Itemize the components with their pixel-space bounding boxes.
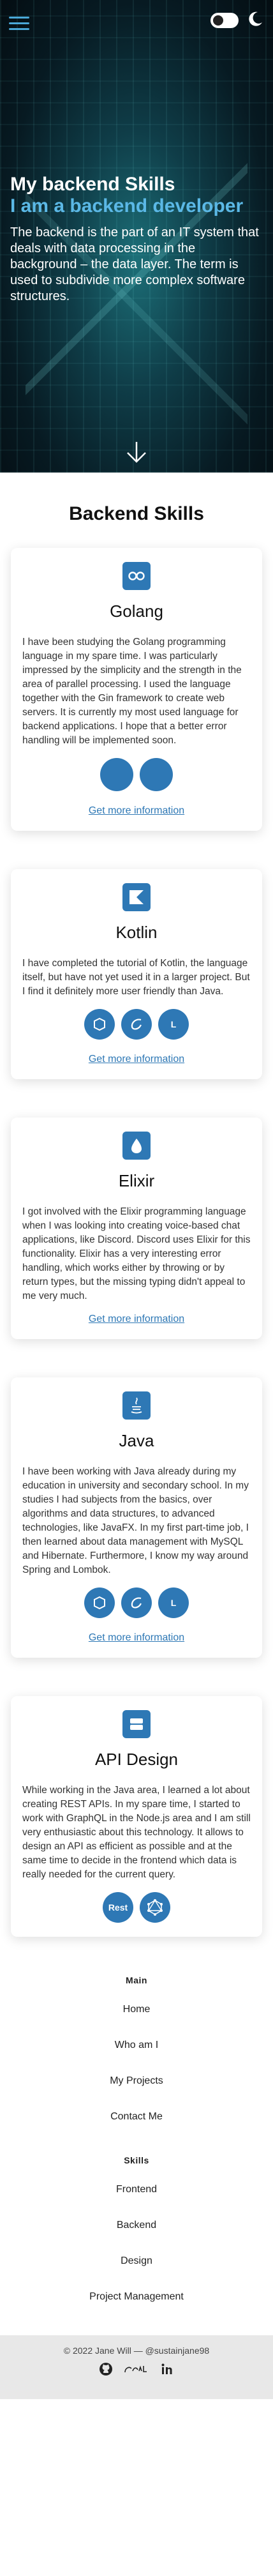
rest-badge: Rest: [103, 1892, 133, 1923]
badges: [22, 758, 251, 791]
nav-link-project-management[interactable]: Project Management: [0, 2284, 273, 2320]
linkedin-icon[interactable]: [159, 2361, 175, 2377]
card-title: Golang: [110, 602, 163, 621]
skills-section: Backend Skills Golang I have been studyi…: [0, 503, 273, 1937]
elixir-icon: [122, 1132, 151, 1160]
card-text: I have been studying the Golang programm…: [22, 637, 242, 746]
section-title: Backend Skills: [69, 503, 204, 524]
top-bar: [0, 0, 273, 45]
card-text: I have completed the tutorial of Kotlin,…: [22, 958, 250, 997]
gin-icon: [100, 758, 133, 791]
hero-section: My backend Skills I am a backend develop…: [0, 0, 273, 473]
gitlab-icon[interactable]: [122, 2361, 151, 2377]
skill-card-kotlin: Kotlin I have completed the tutorial of …: [11, 869, 262, 1079]
moon-icon[interactable]: [246, 10, 264, 28]
skill-card-java: Java I have been working with Java alrea…: [11, 1377, 262, 1658]
badges: L: [22, 1009, 251, 1040]
get-more-information-link[interactable]: Get more information: [89, 1314, 184, 1324]
github-icon[interactable]: [98, 2361, 114, 2377]
nav-link-my-projects[interactable]: My Projects: [0, 2068, 273, 2104]
skill-card-golang: Golang I have been studying the Golang p…: [11, 548, 262, 831]
nav-heading-main: Main: [126, 1975, 147, 1985]
golang-icon: [122, 562, 151, 590]
badges: L: [22, 1587, 251, 1618]
skill-card-elixir: Elixir I got involved with the Elixir pr…: [11, 1118, 262, 1339]
nav-heading-skills: Skills: [124, 2155, 149, 2165]
hibernate-icon: [84, 1009, 115, 1040]
copyright-bar: © 2022 Jane Will — @sustainjane98: [0, 2335, 273, 2399]
graphql-icon: [140, 1892, 170, 1923]
card-text: While working in the Java area, I learne…: [22, 1785, 251, 1880]
badges: Rest: [22, 1892, 251, 1923]
copyright-text: © 2022 Jane Will — @sustainjane98: [63, 2345, 210, 2356]
lombok-icon: L: [158, 1009, 189, 1040]
hero-text: My backend Skills I am a backend develop…: [10, 174, 264, 305]
nav-link-who-am-i[interactable]: Who am I: [0, 2033, 273, 2068]
kotlin-icon: [122, 883, 151, 911]
hero-subtitle: I am a backend developer: [10, 195, 244, 216]
menu-icon[interactable]: [9, 15, 29, 31]
api-server-icon: [122, 1710, 151, 1738]
java-icon: [122, 1391, 151, 1420]
get-more-information-link[interactable]: Get more information: [89, 1632, 184, 1643]
nav-link-home[interactable]: Home: [0, 1997, 273, 2033]
framework-icon: [140, 758, 173, 791]
hero-description: The backend is the part of an IT system …: [10, 225, 259, 303]
nav-link-contact-me[interactable]: Contact Me: [0, 2104, 273, 2140]
skill-card-api-design: API Design While working in the Java are…: [11, 1696, 262, 1937]
hero-title: My backend Skills: [10, 174, 175, 195]
card-text: I have been working with Java already du…: [22, 1466, 249, 1575]
card-title: Elixir: [118, 1171, 155, 1190]
card-title: API Design: [94, 1750, 179, 1769]
spring-icon: [121, 1009, 152, 1040]
toggle-knob: [213, 15, 223, 26]
lombok-icon: L: [158, 1587, 189, 1618]
nav-link-backend[interactable]: Backend: [0, 2213, 273, 2248]
get-more-information-link[interactable]: Get more information: [89, 805, 184, 816]
get-more-information-link[interactable]: Get more information: [89, 1054, 184, 1064]
card-title: Java: [119, 1431, 154, 1450]
nav-link-frontend[interactable]: Frontend: [0, 2177, 273, 2213]
theme-toggle[interactable]: [210, 13, 239, 28]
nav-link-design[interactable]: Design: [0, 2248, 273, 2284]
arrow-down-icon[interactable]: [124, 439, 149, 465]
social-links: [0, 2361, 273, 2377]
card-text: I got involved with the Elixir programmi…: [22, 1206, 251, 1301]
card-title: Kotlin: [115, 923, 158, 942]
footer-nav: Main Home Who am I My Projects Contact M…: [0, 1975, 273, 2335]
hibernate-icon: [84, 1587, 115, 1618]
spring-icon: [121, 1587, 152, 1618]
